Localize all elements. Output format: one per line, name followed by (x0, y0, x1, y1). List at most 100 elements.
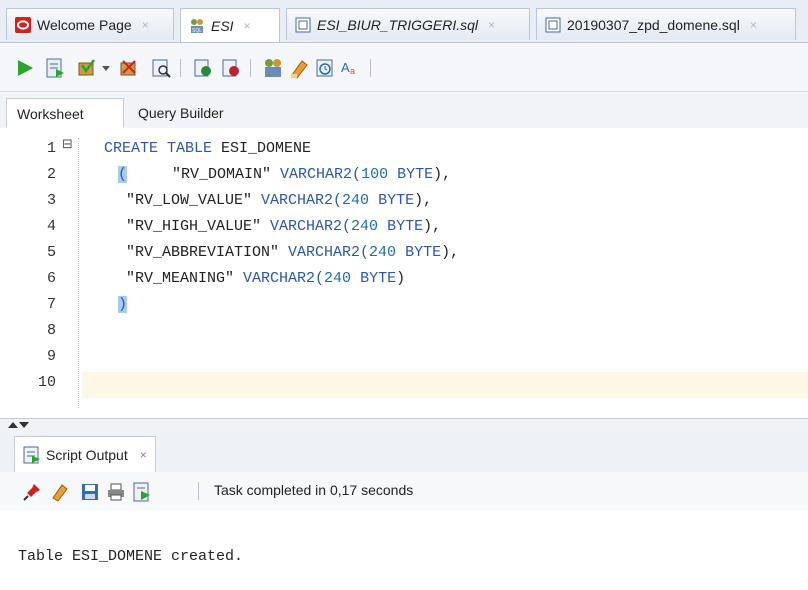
tab-esi[interactable]: SQL ESI × (180, 8, 280, 42)
code-token: BYTE (360, 270, 397, 287)
code-token: "RV_DOMAIN" (127, 166, 281, 183)
panel-splitter[interactable] (0, 418, 808, 433)
script-output-icon (23, 446, 40, 463)
code-token: "RV_HIGH_VALUE" (126, 218, 271, 235)
splitter-arrows-icon[interactable] (6, 420, 30, 430)
matched-paren: ) (118, 296, 128, 313)
run-script-icon[interactable] (44, 57, 66, 79)
tab-zpd-domene[interactable]: 20190307_zpd_domene.sql × (536, 8, 796, 40)
autotrace-icon[interactable] (192, 57, 214, 79)
code-token: VARCHAR2( (280, 166, 362, 183)
tab-label: 20190307_zpd_domene.sql (567, 16, 740, 33)
code-token: VARCHAR2( (243, 270, 325, 287)
code-token: VARCHAR2( (261, 192, 343, 209)
code-token: 100 (361, 166, 398, 183)
close-icon[interactable]: × (488, 18, 495, 32)
line-number: 9 (46, 348, 56, 365)
line-number: 8 (46, 322, 56, 339)
code-token: 240 (351, 218, 388, 235)
code-line: "RV_HIGH_VALUE" VARCHAR2(240 BYTE), (126, 218, 441, 235)
clear-icon[interactable] (288, 57, 310, 79)
code-token: CREATE TABLE (104, 140, 222, 157)
close-icon[interactable]: × (142, 18, 149, 32)
output-tab-label: Script Output (46, 446, 128, 463)
output-toolbar: Task completed in 0,17 seconds (0, 472, 808, 511)
tab-welcome-page[interactable]: Welcome Page × (6, 8, 174, 40)
close-icon[interactable]: × (244, 19, 251, 33)
line-number: 10 (37, 374, 56, 391)
code-token: ), (414, 192, 433, 209)
code-line: "RV_MEANING" VARCHAR2(240 BYTE) (126, 270, 405, 287)
sql-editor[interactable]: 1 2 3 4 5 6 7 8 9 10 ⊟ CREATE TABLE ESI_DOMENE ( "… (0, 128, 808, 418)
line-number-gutter: 1 2 3 4 5 6 7 8 9 10 (0, 128, 60, 418)
code-token: "RV_ABBREVIATION" (126, 244, 289, 261)
fold-guide (78, 138, 79, 408)
output-message: Table ESI_DOMENE created. (18, 548, 244, 565)
explain-plan-icon[interactable] (150, 57, 172, 79)
code-token: BYTE (405, 244, 442, 261)
code-token: VARCHAR2( (270, 218, 352, 235)
tab-query-builder[interactable]: Query Builder (128, 98, 234, 128)
oracle-icon (15, 16, 31, 33)
toolbar-separator (198, 482, 199, 500)
code-line: "RV_ABBREVIATION" VARCHAR2(240 BYTE), (126, 244, 459, 261)
output-tab-strip: Script Output × (0, 432, 808, 473)
svg-text:a: a (350, 66, 355, 76)
code-token: ), (433, 166, 452, 183)
task-status-text: Task completed in 0,17 seconds (214, 482, 414, 498)
code-token: ESI_DOMENE (221, 140, 312, 157)
save-icon[interactable] (80, 482, 100, 502)
code-token: ) (396, 270, 406, 287)
line-number: 1 (46, 140, 56, 157)
toolbar-separator (250, 59, 251, 77)
line-number: 3 (46, 192, 56, 209)
current-line-highlight (82, 372, 808, 398)
svg-text:SQL: SQL (192, 28, 202, 34)
monitor-sql-icon[interactable] (262, 57, 284, 79)
code-token: BYTE (397, 166, 434, 183)
worksheet-toolbar: Aa (0, 43, 808, 92)
tab-esi-biur-triggeri[interactable]: ESI_BIUR_TRIGGERI.sql × (286, 8, 530, 40)
run-script-icon[interactable] (132, 482, 152, 502)
dropdown-icon[interactable] (100, 57, 112, 79)
code-token: 240 (369, 244, 406, 261)
matched-paren: ( (118, 166, 128, 183)
tab-label: ESI (211, 17, 234, 34)
close-icon[interactable]: × (750, 18, 757, 32)
code-line: ( "RV_DOMAIN" VARCHAR2(100 BYTE), (118, 166, 451, 183)
print-icon[interactable] (106, 482, 126, 502)
tab-script-output[interactable]: Script Output × (14, 436, 156, 472)
code-token: BYTE (378, 192, 415, 209)
code-token: BYTE (387, 218, 424, 235)
code-line: "RV_LOW_VALUE" VARCHAR2(240 BYTE), (126, 192, 432, 209)
worksheet-tabs: Worksheet Query Builder (0, 92, 808, 129)
run-statement-icon[interactable] (14, 57, 36, 79)
close-icon[interactable]: × (140, 448, 147, 462)
tab-label: Welcome Page (37, 16, 132, 33)
code-token: ), (423, 218, 442, 235)
tab-label: ESI_BIUR_TRIGGERI.sql (317, 16, 479, 33)
code-token: VARCHAR2( (288, 244, 370, 261)
line-number: 4 (46, 218, 56, 235)
code-token: 240 (324, 270, 361, 287)
document-tab-strip: Welcome Page × SQL ESI × ESI_BIUR_TRIGGE… (0, 0, 808, 43)
clear-icon[interactable] (50, 482, 70, 502)
svg-text:A: A (341, 60, 350, 75)
code-token: "RV_MEANING" (126, 270, 244, 287)
code-line: ) (118, 296, 128, 313)
sql-file-icon (295, 17, 311, 32)
line-number: 7 (46, 296, 56, 313)
pin-icon[interactable] (22, 482, 42, 502)
commit-icon[interactable] (76, 57, 98, 79)
code-token: ), (441, 244, 460, 261)
line-number: 5 (46, 244, 56, 261)
script-output-panel[interactable]: Table ESI_DOMENE created. (0, 510, 808, 590)
sql-file-icon (545, 17, 561, 32)
code-token: "RV_LOW_VALUE" (126, 192, 262, 209)
tab-worksheet[interactable]: Worksheet (6, 98, 124, 128)
history-icon[interactable] (314, 57, 336, 79)
format-icon[interactable]: Aa (340, 57, 362, 79)
rollback-icon[interactable] (118, 57, 140, 79)
sql-tuning-icon[interactable] (220, 57, 242, 79)
fold-toggle-icon[interactable]: ⊟ (62, 137, 73, 152)
